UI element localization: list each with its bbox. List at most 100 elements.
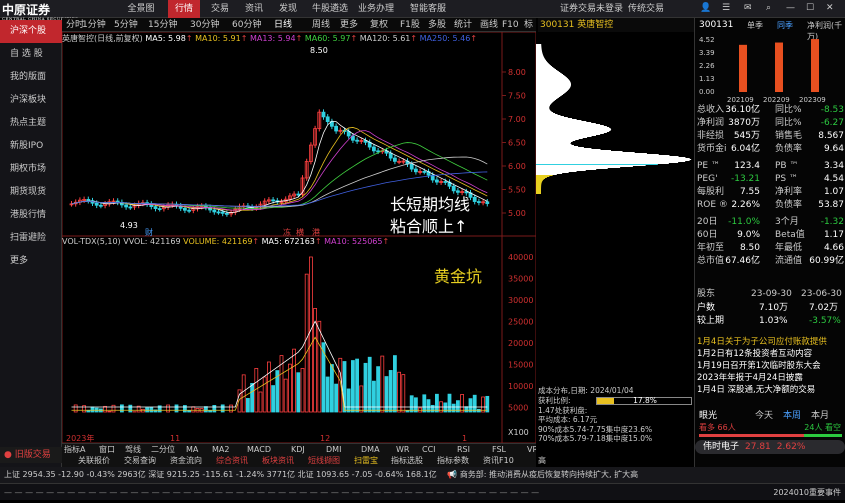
sidebar-item-4[interactable]: 热点主题 <box>0 112 62 135</box>
menu-item-1[interactable]: 行情 <box>168 0 200 18</box>
candle <box>473 197 476 201</box>
price-tick-0: 8.00 <box>508 68 526 77</box>
menu-item-2[interactable]: 交易 <box>204 0 236 18</box>
timeframe-9[interactable]: 复权 <box>370 18 388 32</box>
sidebar-item-5[interactable]: 新股IPO <box>0 135 62 158</box>
function-5[interactable]: 短线撷图 <box>308 455 340 467</box>
chip-bar <box>536 147 584 148</box>
fin-tab-0[interactable]: 单季 <box>747 20 763 31</box>
menu-icon[interactable]: ☰ <box>722 3 730 13</box>
sidebar-item-1[interactable]: 自 选 股 <box>0 43 62 66</box>
chip-bar <box>536 87 570 88</box>
index-quotes[interactable]: 上证 2954.35 -12.90 -0.43% 2963亿 深证 9215.2… <box>0 470 437 479</box>
timeframe-5[interactable]: 60分钟 <box>232 18 261 32</box>
inflow-tab-1[interactable]: 本周 <box>783 408 801 421</box>
fin-value2: 4.54 <box>824 173 844 186</box>
function-4[interactable]: 板块资讯 <box>262 455 294 467</box>
timeframe-11[interactable]: 多股 <box>428 18 446 32</box>
sidebar-item-2[interactable]: 我的版面 <box>0 66 62 89</box>
sidebar-item-3[interactable]: 沪深板块 <box>0 89 62 112</box>
profit-tick-3: 1.13 <box>699 75 715 83</box>
watch-item[interactable]: 伟时电子27.812.62% <box>695 440 845 454</box>
timeframe-3[interactable]: 15分钟 <box>148 18 177 32</box>
timeframe-12[interactable]: 统计 <box>454 18 472 32</box>
chip-bar <box>536 60 546 61</box>
inflow-tab-2[interactable]: 本月 <box>811 408 829 421</box>
volume-bar <box>377 367 380 412</box>
news-item-3[interactable]: 2023年年报于4月24日披露 <box>697 372 844 384</box>
chip-bar <box>536 185 541 186</box>
chip-bar <box>536 50 542 51</box>
timeframe-6[interactable]: 日线 <box>274 18 292 32</box>
status-filler: — — — — — — — — — — — — — — — — — — — — … <box>0 488 539 497</box>
news-item-2[interactable]: 1月19日召开第1次临时股东大会 <box>697 360 844 372</box>
timeframe-7[interactable]: 周线 <box>312 18 330 32</box>
mail-icon[interactable]: ✉ <box>744 3 752 13</box>
volume-bar <box>209 411 212 412</box>
timeframe-8[interactable]: 更多 <box>340 18 358 32</box>
chip-bar <box>536 165 646 166</box>
candle <box>87 199 90 200</box>
menu-item-5[interactable]: 牛股遴选 <box>306 0 354 18</box>
function-3[interactable]: 综合资讯 <box>216 455 248 467</box>
volume-bar <box>347 389 350 412</box>
sidebar-item-9[interactable]: 扫雷避险 <box>0 227 62 250</box>
bear-count: 24人 看空 <box>804 422 841 433</box>
news-item-4[interactable]: 1月4日 深股通,无大净额的交易 <box>697 384 844 396</box>
sidebar-item-0[interactable]: 沪深个股 <box>0 20 62 43</box>
profit-label-1: 202209 <box>763 96 790 104</box>
function-2[interactable]: 资金流向 <box>170 455 202 467</box>
sidebar-item-8[interactable]: 港股行情 <box>0 204 62 227</box>
chip-bar <box>536 181 542 182</box>
menu-item-0[interactable]: 全景图 <box>120 0 162 18</box>
close-icon[interactable]: ✕ <box>826 3 834 13</box>
chip-bar <box>536 79 569 80</box>
holder-cell: -3.57% <box>809 315 841 328</box>
chip-bar <box>536 133 604 134</box>
timeframe-13[interactable]: 画线 <box>480 18 498 32</box>
function-7[interactable]: 指标选股 <box>391 455 423 467</box>
login-status[interactable]: 证券交易未登录 <box>560 0 623 18</box>
chip-bar <box>536 146 578 147</box>
function-0[interactable]: 关联报价 <box>78 455 110 467</box>
sidebar-item-6[interactable]: 期权市场 <box>0 158 62 181</box>
news-item-1[interactable]: 1月2日有12条投资者互动内容 <box>697 348 844 360</box>
chip-bar <box>536 134 600 135</box>
volume-bar <box>452 404 455 412</box>
sim-trade-link[interactable]: 传统交易 <box>628 0 664 18</box>
fin-label2: PS ™ <box>775 173 798 186</box>
profit-row: 获利比例: 17.8% <box>538 396 692 406</box>
fin-tab-1[interactable]: 同季 <box>777 20 793 31</box>
candle <box>435 180 438 182</box>
minimize-icon[interactable]: — <box>786 3 795 13</box>
volume-bar <box>272 386 275 412</box>
volume-bar <box>473 395 476 412</box>
timeframe-14[interactable]: F10 <box>502 18 519 32</box>
menu-item-4[interactable]: 发现 <box>272 0 304 18</box>
sidebar-item-10[interactable]: 更多 <box>0 250 62 273</box>
menu-item-7[interactable]: 智能客服 <box>404 0 452 18</box>
menu-item-6[interactable]: 业务办理 <box>352 0 400 18</box>
inflow-tab-0[interactable]: 今天 <box>755 408 773 421</box>
timeframe-1[interactable]: 1分钟 <box>82 18 106 32</box>
function-1[interactable]: 交易查询 <box>124 455 156 467</box>
function-9[interactable]: 资讯F10 <box>483 455 514 467</box>
timeframe-4[interactable]: 30分钟 <box>190 18 219 32</box>
news-item-0[interactable]: 1月4日关于为子公司应付账款提供 <box>697 336 844 348</box>
user-icon[interactable]: 👤 <box>700 3 711 13</box>
function-6[interactable]: 扫雷宝 <box>354 455 378 467</box>
news-ticker[interactable]: 商务部: 推动消费从疫后恢复转向持续扩大, 扩大高 <box>460 470 638 479</box>
function-8[interactable]: 指标参数 <box>437 455 469 467</box>
menu-item-3[interactable]: 资讯 <box>238 0 270 18</box>
chip-bar <box>536 114 558 115</box>
old-trade-link[interactable]: ● 旧版交易 <box>0 447 62 463</box>
maximize-icon[interactable]: ☐ <box>806 3 814 13</box>
fin-label2: 同比% <box>775 104 802 117</box>
status-event[interactable]: 2024010重要事件 <box>773 484 841 500</box>
chip-bar <box>536 58 545 59</box>
sidebar-item-7[interactable]: 期货现货 <box>0 181 62 204</box>
timeframe-15[interactable]: 标记 <box>524 18 536 32</box>
timeframe-2[interactable]: 5分钟 <box>114 18 138 32</box>
search-icon[interactable]: ⌕ <box>766 3 771 13</box>
timeframe-10[interactable]: F1股 <box>400 18 420 32</box>
